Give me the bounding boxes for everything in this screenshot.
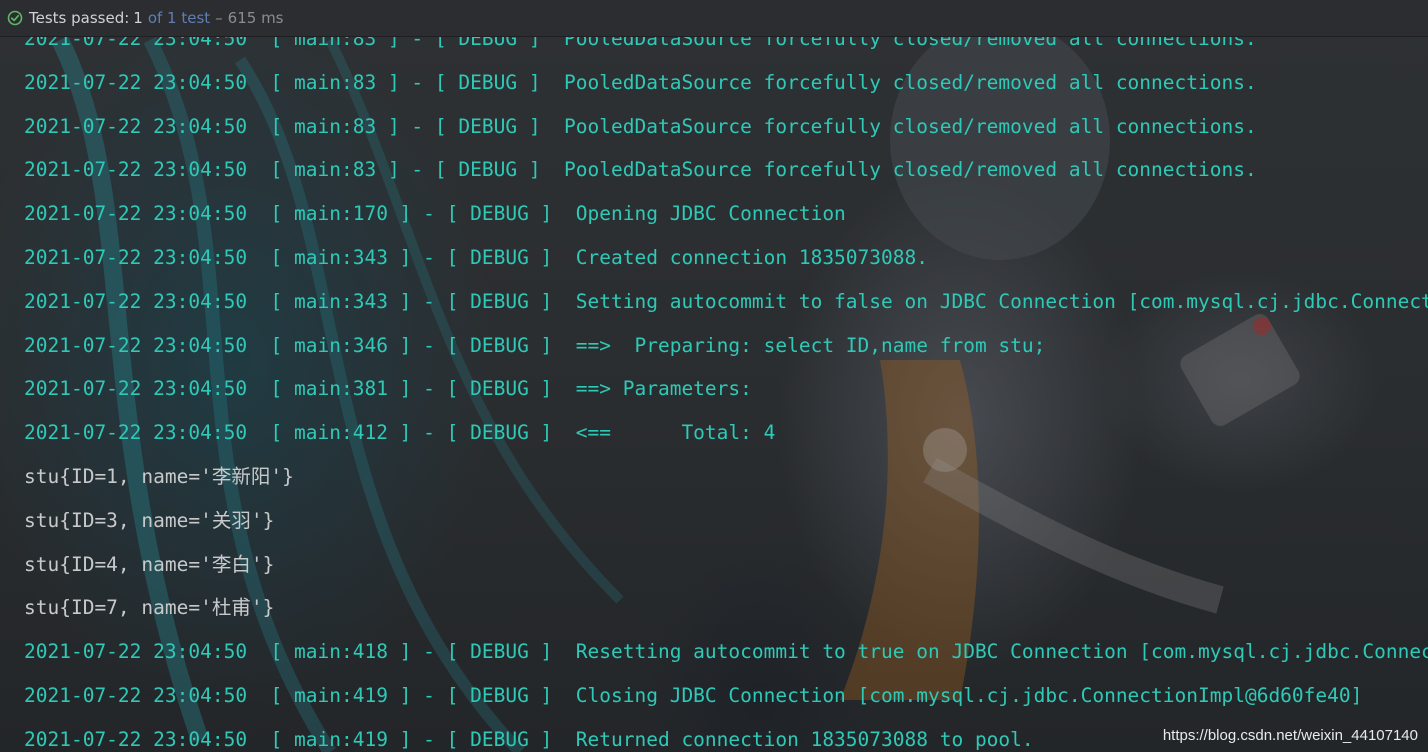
watermark: https://blog.csdn.net/weixin_44107140 — [1162, 727, 1418, 744]
console-output-line: stu{ID=7, name='杜甫'} — [24, 596, 275, 620]
console-output[interactable]: 2021-07-22 23:04:50 [ main:83 ] - [ DEBU… — [0, 37, 1428, 752]
console-log-line: 2021-07-22 23:04:50 [ main:419 ] - [ DEB… — [24, 683, 1363, 707]
console-lines: 2021-07-22 23:04:50 [ main:83 ] - [ DEBU… — [24, 37, 1428, 752]
check-circle-icon — [7, 10, 23, 26]
console-log-line: 2021-07-22 23:04:50 [ main:346 ] - [ DEB… — [24, 333, 1046, 357]
duration: 615 ms — [227, 9, 284, 27]
console-log-line: 2021-07-22 23:04:50 [ main:83 ] - [ DEBU… — [24, 158, 1257, 182]
console-log-line: 2021-07-22 23:04:50 [ main:343 ] - [ DEB… — [24, 245, 928, 269]
console-log-line: 2021-07-22 23:04:50 [ main:83 ] - [ DEBU… — [24, 37, 1257, 50]
console-log-line: 2021-07-22 23:04:50 [ main:83 ] - [ DEBU… — [24, 70, 1257, 94]
test-results-header: Tests passed: 1 of 1 test – 615 ms — [0, 0, 1428, 37]
console-log-line: 2021-07-22 23:04:50 [ main:83 ] - [ DEBU… — [24, 114, 1257, 138]
total-tests-link[interactable]: of 1 test — [148, 9, 210, 27]
console-log-line: 2021-07-22 23:04:50 [ main:343 ] - [ DEB… — [24, 289, 1428, 313]
console-output-line: stu{ID=1, name='李新阳'} — [24, 464, 294, 488]
console-log-line: 2021-07-22 23:04:50 [ main:170 ] - [ DEB… — [24, 202, 846, 226]
console-output-line: stu{ID=3, name='关羽'} — [24, 508, 275, 532]
tests-passed-label: Tests passed: — [29, 9, 130, 27]
console-log-line: 2021-07-22 23:04:50 [ main:381 ] - [ DEB… — [24, 377, 752, 401]
console-output-line: stu{ID=4, name='李白'} — [24, 552, 275, 576]
console-log-line: 2021-07-22 23:04:50 [ main:418 ] - [ DEB… — [24, 640, 1428, 664]
console-log-line: 2021-07-22 23:04:50 [ main:412 ] - [ DEB… — [24, 421, 776, 445]
separator: – — [215, 9, 223, 27]
passed-count: 1 — [133, 9, 143, 27]
